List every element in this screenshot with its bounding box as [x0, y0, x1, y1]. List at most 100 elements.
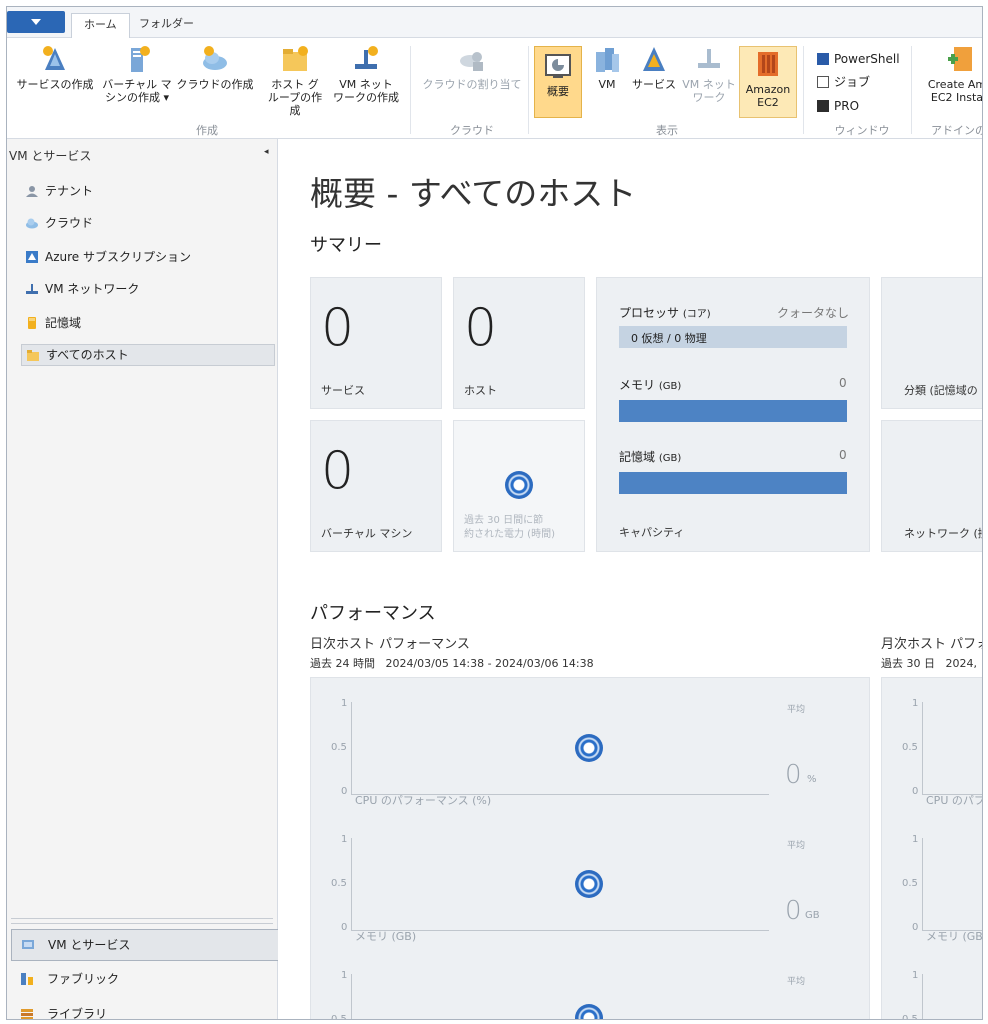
processor-bar: 0 仮想 / 0 物理 — [619, 326, 847, 348]
storage-value: 0 — [839, 448, 847, 462]
processor-title: プロセッサ — [619, 306, 680, 320]
create-ec2-instance-button[interactable]: Create Am EC2 Insta — [919, 44, 982, 104]
service-icon — [43, 46, 65, 70]
average-value: 0 — [785, 896, 802, 926]
group-label-window: ウィンドウ — [834, 124, 890, 137]
pro-label: PRO — [834, 99, 860, 113]
loading-spinner-icon — [575, 1004, 603, 1019]
group-label-view: 表示 — [656, 124, 678, 137]
workspace-label: ファブリック — [47, 972, 120, 986]
daily-performance-chart: 1 0.5 0 CPU のパフォーマンス (%) 平均 0 % 1 0.5 0 … — [310, 677, 870, 1019]
ribbon-separator — [911, 46, 912, 134]
create-cloud-label: クラウドの作成 — [176, 78, 254, 91]
view-amazon-label-2: EC2 — [757, 96, 779, 109]
y-tick-label: 0 — [341, 922, 348, 933]
powershell-button[interactable]: PowerShell — [817, 50, 900, 68]
y-tick-label: 0 — [341, 786, 348, 797]
tenant-icon — [26, 186, 38, 197]
folder-icon — [283, 46, 308, 71]
network-tile[interactable]: ネットワーク (接 — [881, 420, 982, 552]
file-menu-button[interactable] — [7, 11, 65, 33]
average-unit: GB — [805, 910, 820, 921]
workspace-library[interactable]: ライブラリ — [11, 999, 277, 1019]
memory-title: メモリ — [619, 378, 656, 392]
assign-cloud-button[interactable]: クラウドの割り当て — [417, 44, 527, 91]
create-hostgroup-button[interactable]: ホスト グ ループの作成 — [263, 44, 327, 117]
y-axis-line — [351, 702, 352, 794]
pro-button[interactable]: PRO — [817, 97, 859, 115]
powershell-icon — [817, 53, 829, 65]
view-overview-button[interactable]: 概要 — [534, 46, 582, 118]
create-vm-button[interactable]: バーチャル マ シンの作成 ▾ — [99, 44, 175, 104]
create-vmnetwork-button[interactable]: VM ネット ワークの作成 — [331, 44, 401, 104]
pro-icon — [817, 100, 829, 112]
y-tick-label: 1 — [341, 698, 348, 709]
nav-item-label: すべてのホスト — [46, 348, 129, 362]
hosts-count: 0 — [464, 298, 498, 358]
classification-tile[interactable]: 分類 (記憶域の — [881, 277, 982, 409]
view-vm-button[interactable]: VM — [589, 44, 625, 91]
processor-bar-text: 0 仮想 / 0 物理 — [631, 332, 707, 345]
storage-icon — [28, 317, 36, 329]
azure-icon — [26, 251, 38, 263]
ribbon-separator — [528, 46, 529, 134]
y-tick-label: 1 — [912, 834, 919, 845]
capacity-tile[interactable]: プロセッサ (コア) クォータなし 0 仮想 / 0 物理 メモリ (GB) 0… — [596, 277, 870, 552]
y-tick-label: 0 — [912, 922, 919, 933]
y-tick-label: 1 — [912, 970, 919, 981]
chart-label: メモリ (GB) — [355, 930, 417, 943]
services-tile[interactable]: 0 サービス — [310, 277, 442, 409]
nav-item-tenants[interactable]: テナント — [25, 181, 93, 201]
workspace-splitter[interactable] — [11, 918, 273, 924]
loading-spinner-icon — [575, 870, 603, 898]
nav-item-vm-networks[interactable]: VM ネットワーク — [25, 279, 139, 299]
jobs-label: ジョブ — [834, 75, 871, 89]
y-tick-label: 1 — [341, 834, 348, 845]
capacity-label: キャパシティ — [619, 526, 685, 539]
virtual-machines-tile[interactable]: 0 バーチャル マシン — [310, 420, 442, 552]
nav-item-storage[interactable]: 記憶域 — [25, 313, 81, 333]
memory-unit: (GB) — [658, 381, 682, 392]
average-unit: % — [807, 774, 817, 785]
create-hostgroup-label-2: ループの作成 — [267, 91, 323, 117]
library-icon — [21, 1009, 33, 1019]
nav-item-all-hosts[interactable]: すべてのホスト — [21, 344, 275, 366]
y-axis-line — [922, 974, 923, 1019]
collapse-pane-icon[interactable]: ◂ — [264, 147, 269, 157]
view-vmnetwork-button[interactable]: VM ネット ワーク — [679, 44, 739, 104]
tab-home[interactable]: ホーム — [71, 13, 130, 39]
ribbon-tab-bar: ホーム フォルダー — [7, 7, 982, 39]
create-cloud-button[interactable]: クラウドの作成 — [175, 44, 255, 91]
view-service-button[interactable]: サービス — [631, 44, 677, 91]
jobs-button[interactable]: ジョブ — [817, 73, 870, 91]
group-label-cloud: クラウド — [450, 124, 494, 137]
loading-spinner-icon — [575, 734, 603, 762]
tab-folder[interactable]: フォルダー — [127, 13, 206, 37]
create-service-button[interactable]: サービスの作成 — [13, 44, 97, 91]
power-saved-tile[interactable]: 過去 30 日間に節 約された電力 (時間) — [453, 420, 585, 552]
vm-icon — [596, 48, 619, 72]
nav-item-clouds[interactable]: クラウド — [25, 213, 93, 233]
workspace-fabric[interactable]: ファブリック — [11, 964, 277, 994]
nav-item-azure-subscriptions[interactable]: Azure サブスクリプション — [25, 247, 191, 267]
workspace-vms-and-services[interactable]: VM とサービス — [11, 929, 279, 961]
ribbon: サービスの作成 バーチャル マ シンの作成 ▾ クラウドの作成 ホスト グ ルー… — [7, 38, 982, 139]
virtual-machines-label: バーチャル マシン — [321, 527, 413, 540]
app-window: ホーム フォルダー サービスの作成 バーチャル マ シンの作成 ▾ クラウドの作… — [6, 6, 983, 1020]
navigation-header: VM とサービス — [9, 149, 92, 163]
y-tick-label: 0.5 — [902, 1014, 918, 1019]
summary-heading: サマリー — [310, 235, 382, 256]
classification-label: 分類 (記憶域の — [904, 384, 978, 397]
processor-label: プロセッサ (コア) — [619, 304, 711, 321]
monthly-performance-title: 月次ホスト パフォ — [881, 637, 982, 652]
view-amazon-ec2-button[interactable]: Amazon EC2 — [739, 46, 797, 118]
monthly-performance-chart: 1 0.5 0 CPU のパフ 1 0.5 0 メモリ (GB) 1 0.5 — [881, 677, 982, 1019]
hosts-tile[interactable]: 0 ホスト — [453, 277, 585, 409]
virtual-machine-icon — [131, 46, 150, 72]
average-value: 0 — [785, 760, 802, 790]
service-view-icon — [643, 47, 665, 71]
power-saved-label-2: 約された電力 (時間) — [464, 529, 555, 540]
amazon-ec2-icon — [758, 52, 778, 76]
storage-label: 記憶域 (GB) — [619, 448, 681, 465]
services-count: 0 — [321, 298, 355, 358]
